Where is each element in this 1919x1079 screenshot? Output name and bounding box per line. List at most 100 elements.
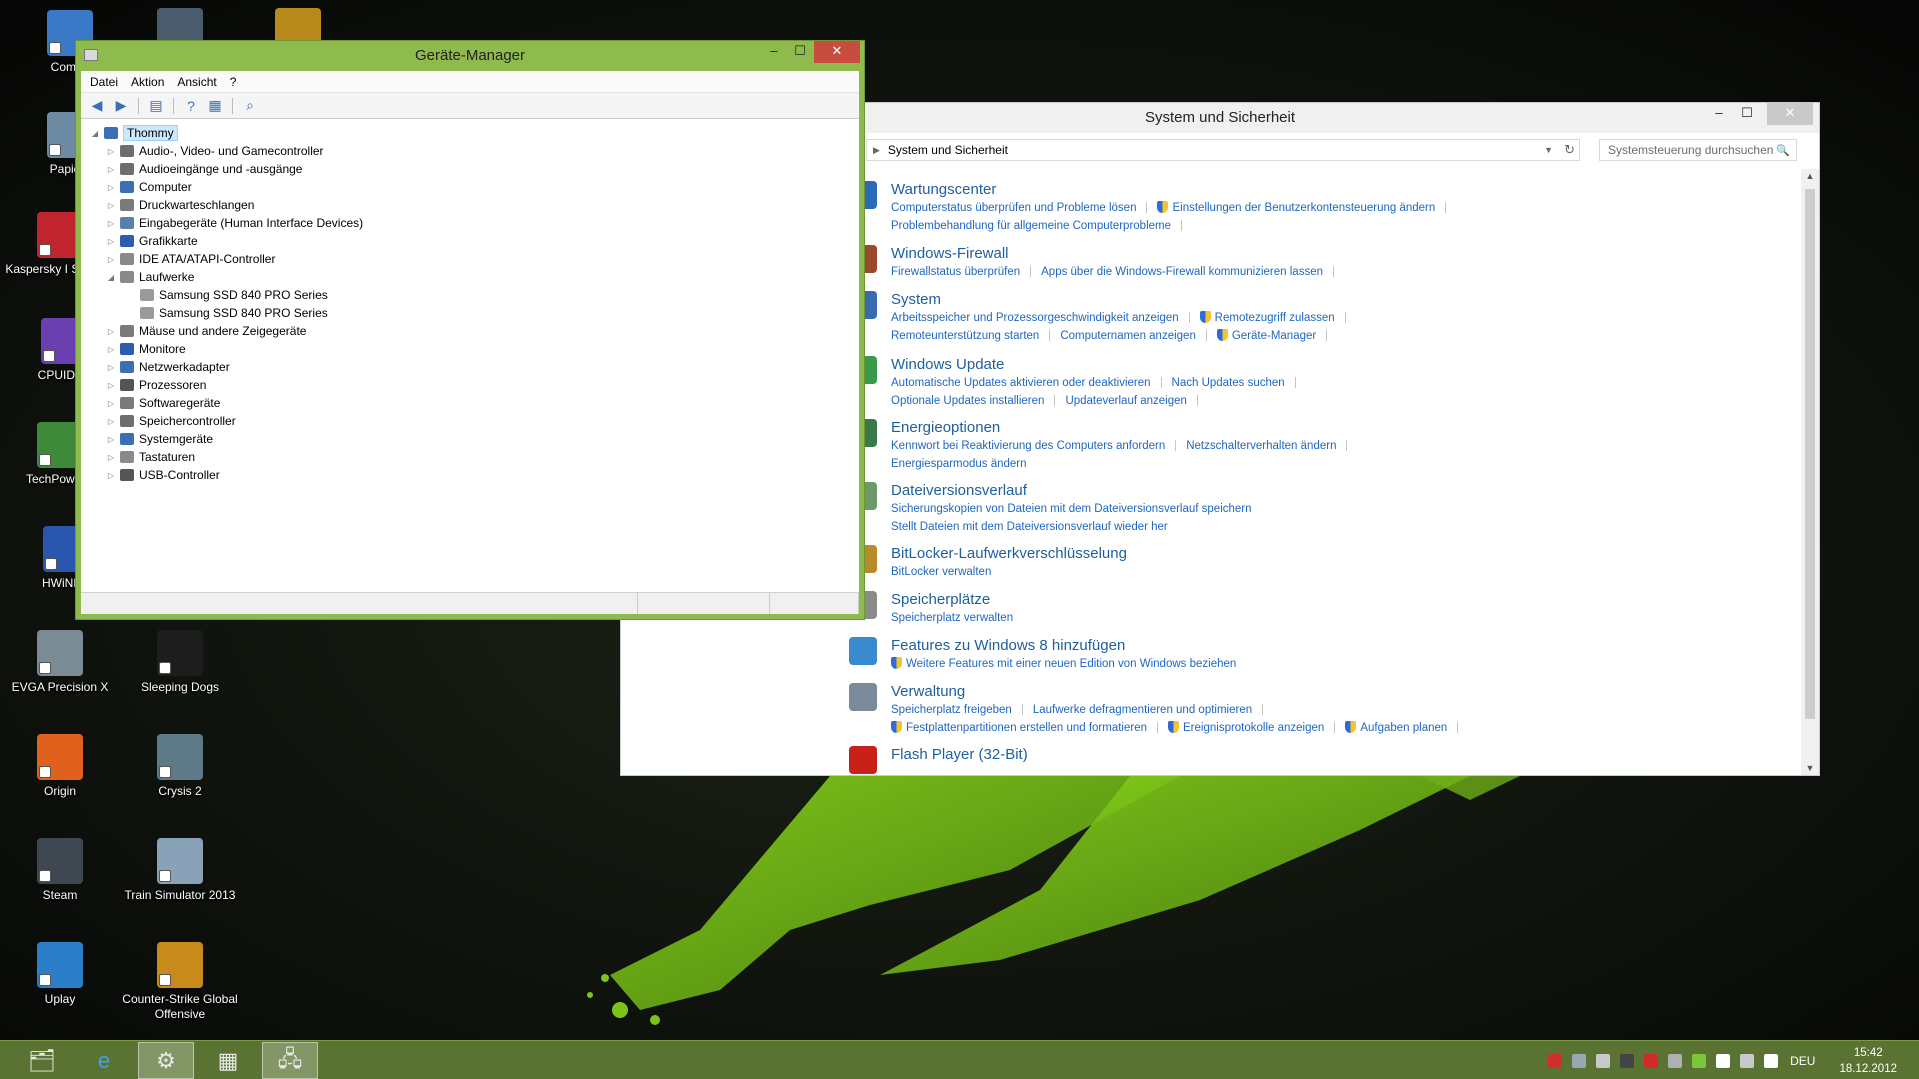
- task-link[interactable]: Netzschalterverhalten ändern: [1186, 437, 1336, 455]
- menu-item[interactable]: Datei: [87, 75, 128, 89]
- language-indicator[interactable]: DEU: [1790, 1054, 1815, 1068]
- collapse-arrow-icon[interactable]: ◢: [89, 129, 101, 138]
- device-category[interactable]: ◢ Laufwerke: [81, 268, 859, 286]
- device-category[interactable]: ▷ IDE ATA/ATAPI-Controller: [81, 250, 859, 268]
- expand-arrow-icon[interactable]: ▷: [105, 399, 117, 408]
- expand-arrow-icon[interactable]: ▷: [105, 183, 117, 192]
- control-panel-taskbar-icon[interactable]: ▦: [200, 1042, 256, 1079]
- task-link[interactable]: Ereignisprotokolle anzeigen: [1168, 719, 1324, 737]
- scrollbar-thumb[interactable]: [1805, 189, 1815, 719]
- device-manager-window[interactable]: Geräte-Manager – ☐ ✕ Datei Aktion Ansicht?…: [75, 40, 865, 620]
- task-link[interactable]: Kennwort bei Reaktivierung des Computers…: [891, 437, 1165, 455]
- tray-icon[interactable]: [1692, 1053, 1707, 1068]
- tree-root[interactable]: ◢ Thommy: [81, 124, 859, 142]
- task-link[interactable]: Stellt Dateien mit dem Dateiversionsverl…: [891, 518, 1168, 536]
- task-link[interactable]: Speicherplatz freigeben: [891, 701, 1012, 719]
- tray-icon[interactable]: [1596, 1053, 1611, 1068]
- expand-arrow-icon[interactable]: ▷: [105, 453, 117, 462]
- device-category[interactable]: ▷ Systemgeräte: [81, 430, 859, 448]
- task-link[interactable]: Problembehandlung für allgemeine Compute…: [891, 217, 1171, 235]
- expand-arrow-icon[interactable]: ▷: [105, 345, 117, 354]
- collapse-arrow-icon[interactable]: ◢: [105, 273, 117, 282]
- device-category[interactable]: ▷ Mäuse und andere Zeigegeräte: [81, 322, 859, 340]
- minimize-button[interactable]: –: [760, 41, 788, 63]
- category-icon[interactable]: [849, 637, 877, 665]
- task-link[interactable]: Speicherplatz verwalten: [891, 609, 1013, 627]
- tray-icon[interactable]: [1740, 1053, 1755, 1068]
- chevron-down-icon[interactable]: ▼: [1544, 145, 1553, 155]
- search-input[interactable]: Systemsteuerung durchsuchen 🔍: [1599, 139, 1797, 161]
- device-category[interactable]: ▷ Audioeingänge und -ausgänge: [81, 160, 859, 178]
- steam-taskbar-icon[interactable]: ⚙: [138, 1042, 194, 1079]
- category-title-link[interactable]: Wartungscenter: [891, 181, 1456, 199]
- expand-arrow-icon[interactable]: ▷: [105, 435, 117, 444]
- tray-icon[interactable]: [1620, 1053, 1635, 1068]
- vertical-scrollbar[interactable]: ▲ ▼: [1801, 169, 1819, 775]
- internet-explorer-icon[interactable]: e: [76, 1042, 132, 1079]
- tray-icon[interactable]: [1548, 1053, 1563, 1068]
- device-category[interactable]: ▷ Druckwarteschlangen: [81, 196, 859, 214]
- file-explorer-icon[interactable]: 🗂: [14, 1042, 70, 1079]
- search-icon[interactable]: 🔍: [1776, 144, 1790, 157]
- expand-arrow-icon[interactable]: ▷: [105, 363, 117, 372]
- desktop-icon-sleeping-dogs[interactable]: Sleeping Dogs: [122, 630, 238, 695]
- scroll-down-icon[interactable]: ▼: [1801, 763, 1819, 773]
- scan-hardware-icon[interactable]: ⌕: [240, 97, 260, 115]
- desktop-icon-train-simulator[interactable]: Train Simulator 2013: [122, 838, 238, 903]
- category-icon[interactable]: [849, 746, 877, 774]
- desktop-icon-csgo[interactable]: Counter-Strike Global Offensive: [122, 942, 238, 1022]
- task-link[interactable]: Festplattenpartitionen erstellen und for…: [891, 719, 1147, 737]
- task-link[interactable]: Weitere Features mit einer neuen Edition…: [891, 655, 1236, 673]
- desktop-icon-origin[interactable]: Origin: [2, 734, 118, 799]
- task-link[interactable]: Computernamen anzeigen: [1060, 327, 1196, 345]
- properties-icon[interactable]: ▦: [205, 97, 225, 115]
- task-link[interactable]: Remotezugriff zulassen: [1199, 309, 1335, 327]
- device-category[interactable]: ▷ Tastaturen: [81, 448, 859, 466]
- category-icon[interactable]: [849, 683, 877, 711]
- close-button[interactable]: ✕: [1767, 103, 1813, 125]
- expand-arrow-icon[interactable]: ▷: [105, 327, 117, 336]
- category-title-link[interactable]: Verwaltung: [891, 683, 1468, 701]
- category-title-link[interactable]: Flash Player (32-Bit): [891, 746, 1028, 764]
- task-link[interactable]: Nach Updates suchen: [1172, 374, 1285, 392]
- task-link[interactable]: Automatische Updates aktivieren oder dea…: [891, 374, 1151, 392]
- task-link[interactable]: Einstellungen der Benutzerkontensteuerun…: [1157, 199, 1435, 217]
- clock[interactable]: 15:42 18.12.2012: [1839, 1045, 1897, 1077]
- refresh-icon[interactable]: ↻: [1564, 142, 1575, 158]
- minimize-button[interactable]: –: [1705, 103, 1733, 125]
- close-button[interactable]: ✕: [814, 41, 860, 63]
- expand-arrow-icon[interactable]: ▷: [105, 147, 117, 156]
- device-item[interactable]: Samsung SSD 840 PRO Series: [81, 286, 859, 304]
- menu-item[interactable]: Ansicht: [174, 75, 226, 89]
- device-category[interactable]: ▷ Softwaregeräte: [81, 394, 859, 412]
- expand-arrow-icon[interactable]: ▷: [105, 219, 117, 228]
- category-title-link[interactable]: Energieoptionen: [891, 419, 1357, 437]
- device-item[interactable]: Samsung SSD 840 PRO Series: [81, 304, 859, 322]
- expand-arrow-icon[interactable]: ▷: [105, 255, 117, 264]
- category-title-link[interactable]: Speicherplätze: [891, 591, 1013, 609]
- expand-arrow-icon[interactable]: ▷: [105, 417, 117, 426]
- task-link[interactable]: Updateverlauf anzeigen: [1065, 392, 1186, 410]
- tray-icon[interactable]: [1764, 1053, 1779, 1068]
- device-category[interactable]: ▷ Computer: [81, 178, 859, 196]
- menu-item[interactable]: ?: [227, 75, 247, 89]
- device-category[interactable]: ▷ Monitore: [81, 340, 859, 358]
- tray-icon[interactable]: [1572, 1053, 1587, 1068]
- category-title-link[interactable]: Dateiversionsverlauf: [891, 482, 1252, 500]
- forward-arrow-icon[interactable]: ▶: [111, 97, 131, 115]
- desktop-icon-uplay[interactable]: Uplay: [2, 942, 118, 1007]
- desktop-icon-crysis2[interactable]: Crysis 2: [122, 734, 238, 799]
- device-category[interactable]: ▷ Netzwerkadapter: [81, 358, 859, 376]
- device-category[interactable]: ▷ Grafikkarte: [81, 232, 859, 250]
- device-category[interactable]: ▷ Speichercontroller: [81, 412, 859, 430]
- back-arrow-icon[interactable]: ◀: [87, 97, 107, 115]
- task-link[interactable]: Apps über die Windows-Firewall kommunizi…: [1041, 263, 1323, 281]
- device-category[interactable]: ▷ Prozessoren: [81, 376, 859, 394]
- task-link[interactable]: Optionale Updates installieren: [891, 392, 1044, 410]
- task-link[interactable]: Arbeitsspeicher und Prozessorgeschwindig…: [891, 309, 1179, 327]
- task-link[interactable]: Sicherungskopien von Dateien mit dem Dat…: [891, 500, 1252, 518]
- tray-icon[interactable]: [1716, 1053, 1731, 1068]
- device-category[interactable]: ▷ Audio-, Video- und Gamecontroller: [81, 142, 859, 160]
- expand-arrow-icon[interactable]: ▷: [105, 471, 117, 480]
- expand-arrow-icon[interactable]: ▷: [105, 237, 117, 246]
